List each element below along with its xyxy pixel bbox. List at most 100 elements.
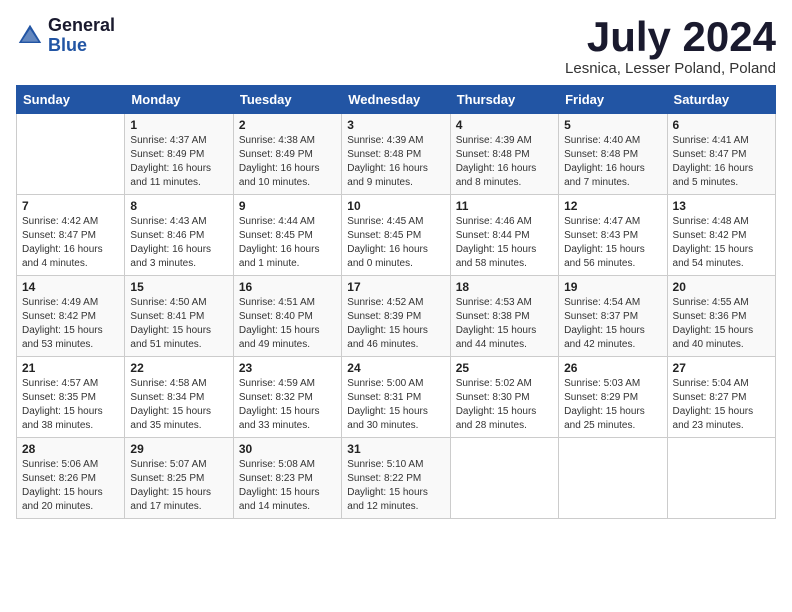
day-info: Sunrise: 4:38 AM Sunset: 8:49 PM Dayligh…	[239, 134, 336, 190]
month-title: July 2024	[565, 16, 776, 58]
day-info: Sunrise: 4:51 AM Sunset: 8:40 PM Dayligh…	[239, 296, 336, 352]
logo: General Blue	[16, 16, 115, 56]
week-row-1: 1Sunrise: 4:37 AM Sunset: 8:49 PM Daylig…	[17, 114, 776, 195]
day-info: Sunrise: 4:44 AM Sunset: 8:45 PM Dayligh…	[239, 215, 336, 271]
calendar-cell	[559, 438, 667, 519]
day-number: 5	[564, 118, 661, 132]
calendar-cell: 9 Sunrise: 4:44 AM Sunset: 8:45 PM Daylig…	[233, 195, 341, 276]
day-number: 16	[239, 280, 336, 294]
calendar-cell: 7 Sunrise: 4:42 AM Sunset: 8:47 PM Daylig…	[17, 195, 125, 276]
day-info: Sunrise: 4:48 AM Sunset: 8:42 PM Dayligh…	[673, 215, 770, 271]
day-info: Sunrise: 5:10 AM Sunset: 8:22 PM Dayligh…	[347, 458, 444, 514]
day-number: 6	[673, 118, 770, 132]
calendar-cell: 20 Sunrise: 4:55 AM Sunset: 8:36 PM Dayli…	[667, 276, 775, 357]
day-info: Sunrise: 4:47 AM Sunset: 8:43 PM Dayligh…	[564, 215, 661, 271]
calendar-cell: 17 Sunrise: 4:52 AM Sunset: 8:39 PM Dayli…	[342, 276, 450, 357]
week-row-4: 21 Sunrise: 4:57 AM Sunset: 8:35 PM Dayli…	[17, 357, 776, 438]
day-info: Sunrise: 5:04 AM Sunset: 8:27 PM Dayligh…	[673, 377, 770, 433]
day-info: Sunrise: 5:08 AM Sunset: 8:23 PM Dayligh…	[239, 458, 336, 514]
day-number: 30	[239, 442, 336, 456]
calendar-cell: 29 Sunrise: 5:07 AM Sunset: 8:25 PM Dayli…	[125, 438, 233, 519]
day-info: Sunrise: 5:00 AM Sunset: 8:31 PM Dayligh…	[347, 377, 444, 433]
weekday-header-wednesday: Wednesday	[342, 86, 450, 114]
week-row-2: 7 Sunrise: 4:42 AM Sunset: 8:47 PM Daylig…	[17, 195, 776, 276]
day-number: 4	[456, 118, 553, 132]
calendar-cell: 4 Sunrise: 4:39 AM Sunset: 8:48 PM Daylig…	[450, 114, 558, 195]
page-header: General Blue July 2024 Lesnica, Lesser P…	[16, 16, 776, 77]
day-info: Sunrise: 4:57 AM Sunset: 8:35 PM Dayligh…	[22, 377, 119, 433]
calendar-cell: 21 Sunrise: 4:57 AM Sunset: 8:35 PM Dayli…	[17, 357, 125, 438]
week-row-3: 14Sunrise: 4:49 AM Sunset: 8:42 PM Dayli…	[17, 276, 776, 357]
calendar-cell: 1Sunrise: 4:37 AM Sunset: 8:49 PM Daylig…	[125, 114, 233, 195]
calendar-cell: 31Sunrise: 5:10 AM Sunset: 8:22 PM Dayli…	[342, 438, 450, 519]
calendar-cell: 25Sunrise: 5:02 AM Sunset: 8:30 PM Dayli…	[450, 357, 558, 438]
day-number: 24	[347, 361, 444, 375]
day-info: Sunrise: 4:53 AM Sunset: 8:38 PM Dayligh…	[456, 296, 553, 352]
calendar-cell: 8Sunrise: 4:43 AM Sunset: 8:46 PM Daylig…	[125, 195, 233, 276]
day-info: Sunrise: 4:42 AM Sunset: 8:47 PM Dayligh…	[22, 215, 119, 271]
calendar-cell: 30 Sunrise: 5:08 AM Sunset: 8:23 PM Dayli…	[233, 438, 341, 519]
day-number: 11	[456, 199, 553, 213]
day-number: 28	[22, 442, 119, 456]
day-number: 21	[22, 361, 119, 375]
calendar-cell: 27Sunrise: 5:04 AM Sunset: 8:27 PM Dayli…	[667, 357, 775, 438]
day-info: Sunrise: 4:54 AM Sunset: 8:37 PM Dayligh…	[564, 296, 661, 352]
day-number: 10	[347, 199, 444, 213]
weekday-header-tuesday: Tuesday	[233, 86, 341, 114]
day-number: 1	[130, 118, 227, 132]
calendar-cell: 23 Sunrise: 4:59 AM Sunset: 8:32 PM Dayli…	[233, 357, 341, 438]
day-info: Sunrise: 5:07 AM Sunset: 8:25 PM Dayligh…	[130, 458, 227, 514]
calendar-cell: 10 Sunrise: 4:45 AM Sunset: 8:45 PM Dayli…	[342, 195, 450, 276]
day-number: 18	[456, 280, 553, 294]
calendar-cell	[667, 438, 775, 519]
day-info: Sunrise: 4:50 AM Sunset: 8:41 PM Dayligh…	[130, 296, 227, 352]
weekday-header-sunday: Sunday	[17, 86, 125, 114]
title-block: July 2024 Lesnica, Lesser Poland, Poland	[565, 16, 776, 77]
calendar-cell: 24 Sunrise: 5:00 AM Sunset: 8:31 PM Dayli…	[342, 357, 450, 438]
logo-icon	[16, 22, 44, 50]
weekday-header-monday: Monday	[125, 86, 233, 114]
location: Lesnica, Lesser Poland, Poland	[565, 60, 776, 77]
weekday-header-friday: Friday	[559, 86, 667, 114]
calendar-cell: 11 Sunrise: 4:46 AM Sunset: 8:44 PM Dayli…	[450, 195, 558, 276]
day-number: 22	[130, 361, 227, 375]
day-info: Sunrise: 5:06 AM Sunset: 8:26 PM Dayligh…	[22, 458, 119, 514]
day-info: Sunrise: 4:59 AM Sunset: 8:32 PM Dayligh…	[239, 377, 336, 433]
logo-blue: Blue	[48, 36, 115, 56]
calendar-cell: 22 Sunrise: 4:58 AM Sunset: 8:34 PM Dayli…	[125, 357, 233, 438]
day-number: 9	[239, 199, 336, 213]
day-number: 23	[239, 361, 336, 375]
day-info: Sunrise: 4:58 AM Sunset: 8:34 PM Dayligh…	[130, 377, 227, 433]
day-number: 13	[673, 199, 770, 213]
calendar-cell: 28 Sunrise: 5:06 AM Sunset: 8:26 PM Dayli…	[17, 438, 125, 519]
day-number: 29	[130, 442, 227, 456]
day-info: Sunrise: 4:46 AM Sunset: 8:44 PM Dayligh…	[456, 215, 553, 271]
logo-text: General Blue	[48, 16, 115, 56]
day-number: 17	[347, 280, 444, 294]
day-info: Sunrise: 4:52 AM Sunset: 8:39 PM Dayligh…	[347, 296, 444, 352]
weekday-header-saturday: Saturday	[667, 86, 775, 114]
day-info: Sunrise: 4:39 AM Sunset: 8:48 PM Dayligh…	[456, 134, 553, 190]
day-info: Sunrise: 5:02 AM Sunset: 8:30 PM Dayligh…	[456, 377, 553, 433]
day-number: 20	[673, 280, 770, 294]
day-info: Sunrise: 4:39 AM Sunset: 8:48 PM Dayligh…	[347, 134, 444, 190]
calendar-cell: 6 Sunrise: 4:41 AM Sunset: 8:47 PM Daylig…	[667, 114, 775, 195]
calendar-cell: 14Sunrise: 4:49 AM Sunset: 8:42 PM Dayli…	[17, 276, 125, 357]
day-info: Sunrise: 4:55 AM Sunset: 8:36 PM Dayligh…	[673, 296, 770, 352]
day-info: Sunrise: 4:40 AM Sunset: 8:48 PM Dayligh…	[564, 134, 661, 190]
day-number: 2	[239, 118, 336, 132]
calendar-cell: 15Sunrise: 4:50 AM Sunset: 8:41 PM Dayli…	[125, 276, 233, 357]
calendar-cell: 3 Sunrise: 4:39 AM Sunset: 8:48 PM Daylig…	[342, 114, 450, 195]
day-info: Sunrise: 4:45 AM Sunset: 8:45 PM Dayligh…	[347, 215, 444, 271]
calendar-cell	[17, 114, 125, 195]
day-number: 7	[22, 199, 119, 213]
weekday-header-thursday: Thursday	[450, 86, 558, 114]
weekday-header-row: SundayMondayTuesdayWednesdayThursdayFrid…	[17, 86, 776, 114]
calendar-cell: 16 Sunrise: 4:51 AM Sunset: 8:40 PM Dayli…	[233, 276, 341, 357]
day-info: Sunrise: 4:41 AM Sunset: 8:47 PM Dayligh…	[673, 134, 770, 190]
day-number: 3	[347, 118, 444, 132]
calendar-cell	[450, 438, 558, 519]
day-info: Sunrise: 5:03 AM Sunset: 8:29 PM Dayligh…	[564, 377, 661, 433]
day-info: Sunrise: 4:43 AM Sunset: 8:46 PM Dayligh…	[130, 215, 227, 271]
logo-general: General	[48, 16, 115, 36]
